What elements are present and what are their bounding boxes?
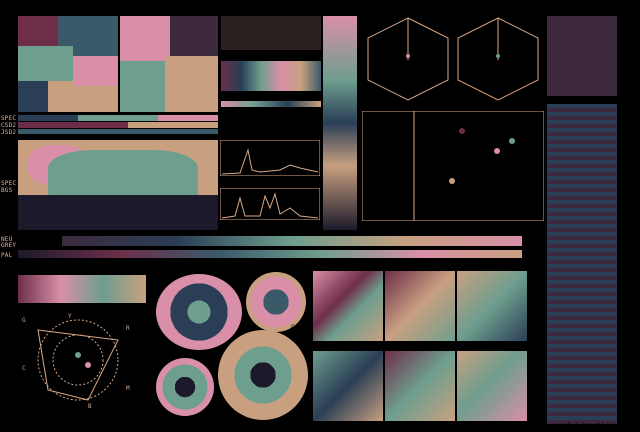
polar-hue-chroma-label: POLAR HUE-CHROMA xyxy=(44,422,105,429)
polar-hue-chroma-plot: G Y R C M B xyxy=(18,310,146,410)
grey-label: GREY xyxy=(1,242,17,249)
lightness-chroma-label: LIGHTNESS & CHROMA xyxy=(622,95,629,164)
li-hue-label: LI-HUE xyxy=(521,104,544,111)
spec-label: SPEC xyxy=(1,115,17,122)
illuminant-label: Illuminant: D(T=5500.00°K) xyxy=(530,8,630,15)
lime-violet-label: lime/violet xyxy=(386,344,428,351)
polar-letter-g: G xyxy=(22,317,26,324)
purple-seaweed-panel xyxy=(313,271,383,341)
bgs-label: BGS xyxy=(1,187,13,194)
li-match-label: LI-MATCH xyxy=(335,9,366,16)
colour-difference-label: Colour difference: CAM16UCS xyxy=(528,1,631,8)
li-match-strip xyxy=(323,16,357,230)
12-bit-rgb-label: 12 BIT RGB xyxy=(19,268,58,275)
temperature-plot xyxy=(220,188,320,220)
github-link[interactable]: https://github.com/Quickmarble/censor xyxy=(495,422,636,429)
jsd2-label: JSD2 xyxy=(1,129,17,136)
indexed-palette-label: INDEXED PALETTE xyxy=(221,9,279,16)
polar-letter-m: M xyxy=(126,385,130,392)
close-cols-10-label: close cols: 10% li-match xyxy=(222,54,314,61)
spec-bgs-label: SPEC xyxy=(1,180,17,187)
spectral-distribution-plot xyxy=(220,140,320,176)
cam16ucs-plot xyxy=(362,16,544,102)
palette-grid-right xyxy=(547,16,617,96)
c50b-label: C: 50 xyxy=(154,352,174,359)
polar-letter-b: B xyxy=(88,403,92,410)
purple-seaweed-label: purple/seaweed xyxy=(313,264,367,271)
spec-min-label: 4100 xyxy=(221,177,237,184)
12-bit-rgb-panel xyxy=(18,275,146,303)
unique-colours-label: Unique colours in palette: 12 xyxy=(3,1,114,8)
pal-label: PAL xyxy=(1,252,13,259)
censor-window: Unique colours in palette: 12 = CENSOR v… xyxy=(0,0,640,432)
indexed-palette-grid xyxy=(221,16,321,50)
polar-hue-lightness-label: POLAR HUE-LIGHTNESS xyxy=(188,422,261,429)
red-cyan-panel xyxy=(385,271,455,341)
csd2-label: CSD2 xyxy=(1,122,17,129)
polar-letter-c: C xyxy=(22,365,26,372)
pal-strip xyxy=(18,250,522,258)
c10b-label: C: 10 xyxy=(291,414,311,421)
close-cols-10-grid xyxy=(221,61,321,91)
chr-li-hue-plot xyxy=(362,111,544,221)
hue-lightness-c50-b xyxy=(156,358,214,416)
hue-lightness-c50-a xyxy=(246,272,306,332)
chroma-10-panel xyxy=(120,16,218,112)
useful-mixes-label: USEFUL MIXES xyxy=(622,10,629,56)
chroma-40-panel xyxy=(18,16,118,112)
emerald-rose-label: emerald/rose xyxy=(458,344,504,351)
lime-violet-panel xyxy=(385,351,455,421)
warm-label: WARM xyxy=(301,221,317,228)
polar-letter-r: R xyxy=(126,325,130,332)
spec-max-label: 6650 xyxy=(303,177,319,184)
internal-similarity-checkbox[interactable] xyxy=(263,109,273,119)
orange-blue-panel xyxy=(457,271,527,341)
chr-label: CHR xyxy=(369,104,381,111)
spec-bars xyxy=(18,115,218,135)
emerald-rose-panel xyxy=(457,351,527,421)
olive-ultramarine-label: olive/ultramarine xyxy=(313,344,378,351)
lightness-chroma-bars xyxy=(547,104,617,424)
cam16ucs-label: CAM16UCS COLOURSPACE xyxy=(410,9,487,16)
orange-blue-label: orange/blue xyxy=(458,264,500,271)
chr2-label: CHR xyxy=(610,97,622,104)
chroma-10-label: CHROMA: 10 xyxy=(121,9,160,16)
olive-ultramarine-panel xyxy=(313,351,383,421)
li-label: LI xyxy=(549,97,557,104)
cold-label: COLD xyxy=(221,221,237,228)
spec-bgs-panel xyxy=(18,140,218,230)
neu-grey-strip xyxy=(62,236,522,246)
hue-lightness-c10-b xyxy=(218,330,308,420)
c50a-label: C: 50 xyxy=(291,324,311,331)
app-title: = CENSOR v0.6.0 - PALETTE ANALYSER = xyxy=(248,1,386,8)
polar-letter-y: Y xyxy=(68,313,72,320)
c10a-label: C: 10 xyxy=(154,268,174,275)
cyclic-label: cyclic? xyxy=(284,109,311,116)
hue-lightness-c10-a xyxy=(156,274,242,350)
complementaries-label: COMPLEMENTARIES/DESATURATION xyxy=(330,422,437,429)
close-cols-70-label: close cols: 70% li-match xyxy=(222,94,314,101)
chroma-40-label: CHROMA: 40 xyxy=(19,9,58,16)
close-cols-70-grid xyxy=(221,101,321,107)
red-cyan-label: red/cyan xyxy=(386,264,417,271)
internal-similarity-checkbox-2[interactable] xyxy=(263,121,273,131)
cyclic-value: (no) xyxy=(288,124,304,131)
